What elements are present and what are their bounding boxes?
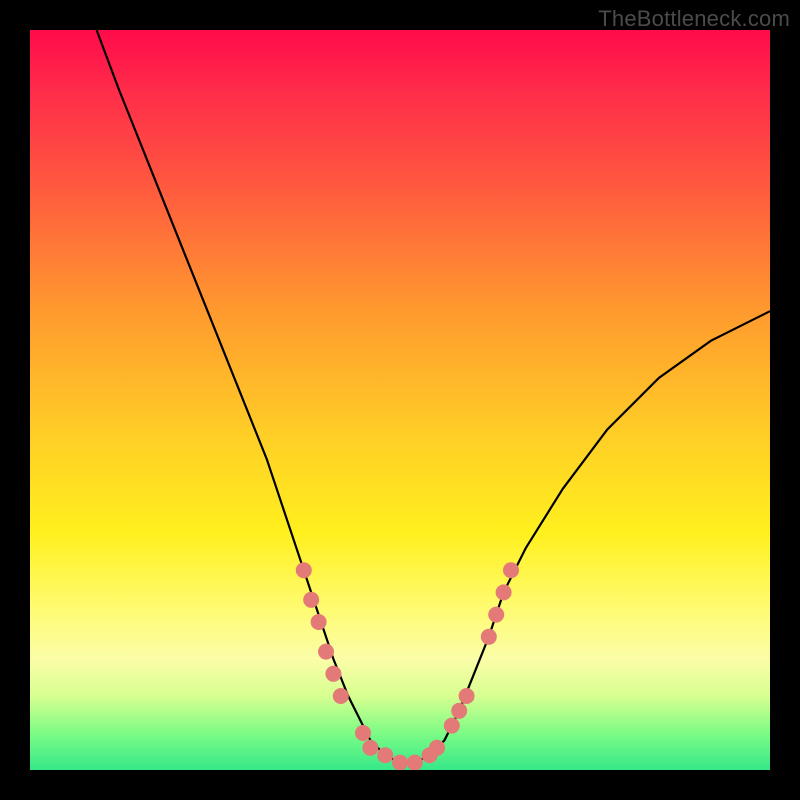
data-marker (318, 644, 334, 660)
data-marker (355, 725, 371, 741)
data-marker (444, 718, 460, 734)
data-marker (459, 688, 475, 704)
chart-frame: TheBottleneck.com (0, 0, 800, 800)
data-marker (429, 740, 445, 756)
watermark-text: TheBottleneck.com (598, 6, 790, 32)
data-marker (333, 688, 349, 704)
data-marker (407, 755, 423, 770)
data-marker (303, 592, 319, 608)
plot-area (30, 30, 770, 770)
data-marker (451, 703, 467, 719)
data-marker (392, 755, 408, 770)
data-marker (296, 562, 312, 578)
data-marker (325, 666, 341, 682)
data-marker (481, 629, 497, 645)
curve-svg (30, 30, 770, 770)
bottleneck-curve (97, 30, 770, 763)
data-marker (362, 740, 378, 756)
data-marker (488, 607, 504, 623)
marker-group (296, 562, 519, 770)
data-marker (311, 614, 327, 630)
data-marker (503, 562, 519, 578)
data-marker (496, 584, 512, 600)
data-marker (377, 747, 393, 763)
